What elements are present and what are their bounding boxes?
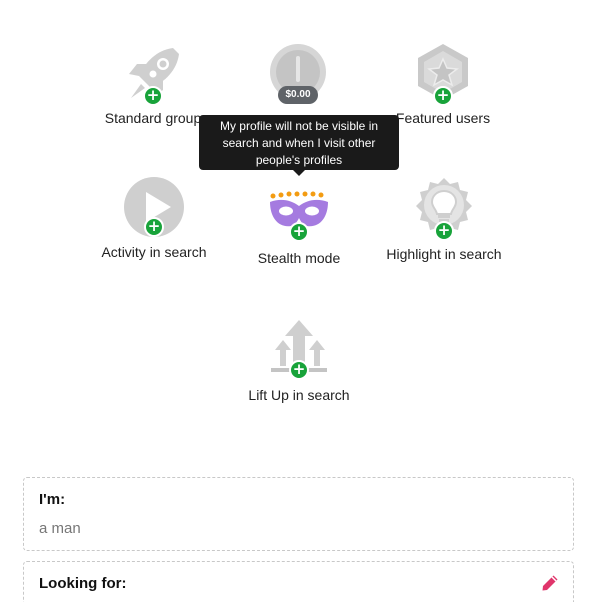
price-tag: $0.00	[278, 86, 318, 104]
page: + Standard group $0.00 + Featured users	[0, 0, 600, 602]
feature-lift-up-in-search[interactable]: + Lift Up in search	[219, 314, 379, 403]
im-title: I'm:	[39, 491, 66, 508]
add-standard-group-button[interactable]: +	[143, 86, 163, 106]
feature-label: Activity in search	[101, 244, 207, 260]
feature-icon-wrap: +	[267, 314, 331, 380]
tooltip-line: people's profiles	[255, 153, 343, 167]
feature-icon-wrap: +	[267, 180, 331, 244]
tooltip-line: My profile will not be visible in	[219, 119, 379, 133]
feature-highlight-in-search[interactable]: + Highlight in search	[364, 176, 524, 262]
feature-label: Highlight in search	[386, 246, 502, 262]
feature-label: Stealth mode	[257, 250, 341, 266]
looking-for-card: Looking for:	[23, 561, 574, 602]
stealth-mode-tooltip: My profile will not be visible in search…	[199, 115, 399, 176]
add-featured-users-button[interactable]: +	[433, 86, 453, 106]
looking-for-title: Looking for:	[39, 575, 127, 592]
pencil-edit-icon[interactable]	[541, 574, 559, 592]
im-value: a man	[39, 520, 81, 537]
feature-label: Lift Up in search	[248, 387, 350, 403]
feature-standard-group[interactable]: + Standard group	[73, 42, 233, 126]
tooltip-line: search and when I visit other	[222, 136, 376, 150]
feature-activity-in-search[interactable]: + Activity in search	[74, 176, 234, 260]
feature-icon-wrap: +	[412, 176, 476, 241]
feature-price[interactable]: $0.00	[218, 42, 378, 110]
feature-icon-wrap: +	[121, 42, 185, 106]
im-card: I'm: a man	[23, 477, 574, 551]
feature-icon-wrap: +	[122, 176, 186, 240]
add-highlight-in-search-button[interactable]: +	[434, 221, 454, 241]
feature-icon-wrap: +	[411, 42, 475, 106]
feature-stealth-mode[interactable]: + Stealth mode	[219, 180, 379, 266]
add-stealth-mode-button[interactable]: +	[289, 222, 309, 242]
add-lift-up-in-search-button[interactable]: +	[289, 360, 309, 380]
feature-featured-users[interactable]: + Featured users	[363, 42, 523, 126]
feature-icon-wrap: $0.00	[266, 42, 330, 106]
add-activity-in-search-button[interactable]: +	[144, 217, 164, 237]
